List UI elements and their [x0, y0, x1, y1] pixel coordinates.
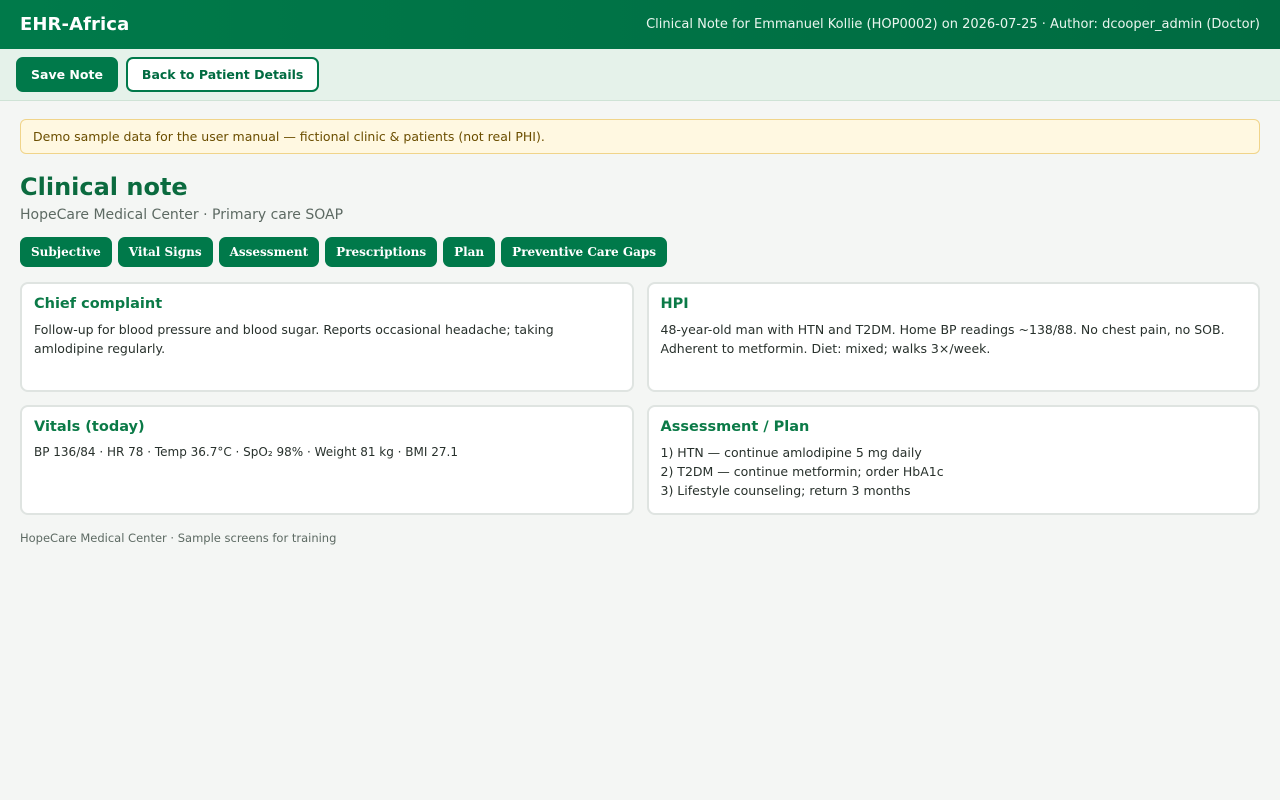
back-to-patient-button[interactable]: Back to Patient Details: [125, 57, 320, 92]
note-context: Clinical Note for Emmanuel Kollie (HOP00…: [646, 17, 1260, 32]
main-content: Demo sample data for the user manual — f…: [0, 101, 1280, 545]
chief-complaint-text: Follow-up for blood pressure and blood s…: [34, 322, 554, 356]
hpi-card: HPI 48-year-old man with HTN and T2DM. H…: [646, 282, 1260, 392]
section-tabs: Subjective Vital Signs Assessment Prescr…: [20, 237, 1260, 267]
toolbar: Save Note Back to Patient Details: [0, 49, 1280, 101]
tab-prescriptions[interactable]: Prescriptions: [325, 237, 438, 267]
tab-assessment[interactable]: Assessment: [218, 237, 320, 267]
assessment-plan-title: Assessment / Plan: [660, 419, 810, 435]
vitals-card: Vitals (today) BP 136/84 · HR 78 · Temp …: [20, 405, 634, 515]
app-brand[interactable]: EHR-Africa: [20, 14, 129, 35]
top-bar: EHR-Africa Clinical Note for Emmanuel Ko…: [0, 0, 1280, 49]
hpi-title: HPI: [660, 296, 689, 312]
tab-plan[interactable]: Plan: [443, 237, 496, 267]
chief-complaint-card: Chief complaint Follow-up for blood pres…: [20, 282, 634, 392]
vitals-text: BP 136/84 · HR 78 · Temp 36.7°C · SpO₂ 9…: [34, 445, 458, 459]
vitals-title: Vitals (today): [34, 419, 145, 435]
demo-banner: Demo sample data for the user manual — f…: [20, 119, 1260, 154]
page-subtitle: HopeCare Medical Center · Primary care S…: [20, 207, 344, 223]
tab-preventive-care-gaps[interactable]: Preventive Care Gaps: [501, 237, 668, 267]
assessment-plan-line: 2) T2DM — continue metformin; order HbA1…: [660, 464, 944, 479]
chief-complaint-title: Chief complaint: [34, 296, 163, 312]
tab-vital-signs[interactable]: Vital Signs: [117, 237, 213, 267]
tab-subjective[interactable]: Subjective: [20, 237, 112, 267]
save-note-button[interactable]: Save Note: [16, 57, 118, 92]
assessment-plan-line: 3) Lifestyle counseling; return 3 months: [660, 483, 911, 498]
assessment-plan-line: 1) HTN — continue amlodipine 5 mg daily: [660, 445, 922, 460]
page-title: Clinical note: [20, 173, 188, 201]
hpi-text: 48-year-old man with HTN and T2DM. Home …: [660, 322, 1225, 356]
assessment-plan-card: Assessment / Plan 1) HTN — continue amlo…: [646, 405, 1260, 515]
note-cards: Chief complaint Follow-up for blood pres…: [20, 282, 1260, 515]
page-footer: HopeCare Medical Center · Sample screens…: [20, 531, 337, 545]
